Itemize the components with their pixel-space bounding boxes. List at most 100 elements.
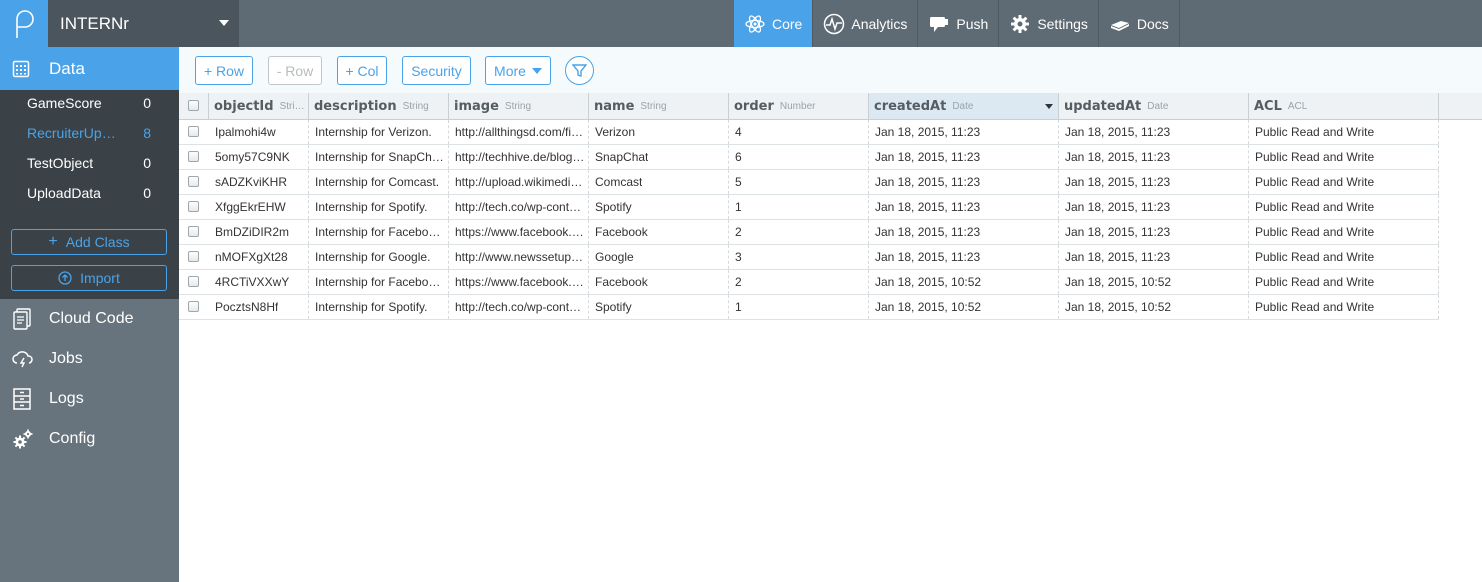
cell-acl[interactable]: Public Read and Write	[1249, 120, 1439, 144]
class-item-gamescore[interactable]: GameScore 0	[0, 88, 179, 118]
cell-description[interactable]: Internship for Comcast.	[309, 170, 449, 194]
cell-updatedat[interactable]: Jan 18, 2015, 11:23	[1059, 145, 1249, 169]
column-header-order[interactable]: order Number	[729, 93, 869, 119]
sidebar-item-data[interactable]: Data	[0, 47, 179, 90]
table-row[interactable]: sADZKviKHR Internship for Comcast. http://…	[179, 170, 1439, 195]
row-checkbox[interactable]	[188, 276, 199, 287]
column-header-description[interactable]: description String	[309, 93, 449, 119]
tab-analytics[interactable]: Analytics	[813, 0, 919, 47]
tab-core[interactable]: Core	[734, 0, 814, 47]
cell-description[interactable]: Internship for SnapCh…	[309, 145, 449, 169]
cell-createdat[interactable]: Jan 18, 2015, 11:23	[869, 120, 1059, 144]
row-checkbox[interactable]	[188, 151, 199, 162]
class-item-testobject[interactable]: TestObject 0	[0, 148, 179, 178]
parse-logo[interactable]	[0, 0, 48, 47]
cell-description[interactable]: Internship for Facebo…	[309, 270, 449, 294]
table-row[interactable]: PocztsN8Hf Internship for Spotify. http://…	[179, 295, 1439, 320]
cell-order[interactable]: 3	[729, 245, 869, 269]
cell-name[interactable]: SnapChat	[589, 145, 729, 169]
row-checkbox[interactable]	[188, 201, 199, 212]
table-row[interactable]: BmDZiDIR2m Internship for Facebo… https://…	[179, 220, 1439, 245]
cell-image[interactable]: http://tech.co/wp-cont…	[449, 195, 589, 219]
cell-acl[interactable]: Public Read and Write	[1249, 220, 1439, 244]
add-col-button[interactable]: + Col	[337, 56, 387, 85]
cell-updatedat[interactable]: Jan 18, 2015, 11:23	[1059, 220, 1249, 244]
select-all-checkbox[interactable]	[188, 100, 199, 111]
security-button[interactable]: Security	[402, 56, 471, 85]
cell-createdat[interactable]: Jan 18, 2015, 11:23	[869, 170, 1059, 194]
cell-createdat[interactable]: Jan 18, 2015, 10:52	[869, 270, 1059, 294]
cell-description[interactable]: Internship for Spotify.	[309, 195, 449, 219]
more-button[interactable]: More	[485, 56, 551, 85]
cell-updatedat[interactable]: Jan 18, 2015, 10:52	[1059, 295, 1249, 319]
cell-objectid[interactable]: nMOFXgXt28	[209, 245, 309, 269]
sidebar-item-jobs[interactable]: Jobs	[0, 339, 179, 379]
row-checkbox[interactable]	[188, 226, 199, 237]
column-header-createdat[interactable]: createdAt Date	[869, 93, 1059, 119]
tab-docs[interactable]: Docs	[1099, 0, 1180, 47]
cell-order[interactable]: 2	[729, 270, 869, 294]
cell-acl[interactable]: Public Read and Write	[1249, 245, 1439, 269]
cell-createdat[interactable]: Jan 18, 2015, 10:52	[869, 295, 1059, 319]
cell-description[interactable]: Internship for Verizon.	[309, 120, 449, 144]
filter-button[interactable]	[565, 56, 594, 85]
cell-image[interactable]: http://upload.wikimedi…	[449, 170, 589, 194]
cell-createdat[interactable]: Jan 18, 2015, 11:23	[869, 220, 1059, 244]
row-checkbox[interactable]	[188, 126, 199, 137]
cell-updatedat[interactable]: Jan 18, 2015, 11:23	[1059, 170, 1249, 194]
table-row[interactable]: 4RCTiVXXwY Internship for Facebo… https://…	[179, 270, 1439, 295]
sidebar-item-config[interactable]: Config	[0, 419, 179, 459]
column-header-updatedat[interactable]: updatedAt Date	[1059, 93, 1249, 119]
cell-order[interactable]: 2	[729, 220, 869, 244]
class-item-uploaddata[interactable]: UploadData 0	[0, 178, 179, 208]
class-item-recruiterupload[interactable]: RecruiterUp… 8	[0, 118, 179, 148]
cell-objectid[interactable]: PocztsN8Hf	[209, 295, 309, 319]
cell-order[interactable]: 4	[729, 120, 869, 144]
cell-name[interactable]: Spotify	[589, 195, 729, 219]
cell-objectid[interactable]: XfggEkrEHW	[209, 195, 309, 219]
cell-description[interactable]: Internship for Facebo…	[309, 220, 449, 244]
cell-name[interactable]: Facebook	[589, 220, 729, 244]
cell-acl[interactable]: Public Read and Write	[1249, 295, 1439, 319]
column-header-name[interactable]: name String	[589, 93, 729, 119]
cell-createdat[interactable]: Jan 18, 2015, 11:23	[869, 245, 1059, 269]
add-row-button[interactable]: + Row	[195, 56, 253, 85]
cell-description[interactable]: Internship for Google.	[309, 245, 449, 269]
cell-image[interactable]: https://www.facebook.…	[449, 270, 589, 294]
tab-push[interactable]: Push	[918, 0, 1000, 47]
cell-order[interactable]: 1	[729, 295, 869, 319]
cell-image[interactable]: http://techhive.de/blog…	[449, 145, 589, 169]
cell-acl[interactable]: Public Read and Write	[1249, 145, 1439, 169]
cell-image[interactable]: http://www.newssetup…	[449, 245, 589, 269]
cell-order[interactable]: 5	[729, 170, 869, 194]
cell-acl[interactable]: Public Read and Write	[1249, 195, 1439, 219]
row-checkbox[interactable]	[188, 176, 199, 187]
sidebar-item-cloud-code[interactable]: Cloud Code	[0, 299, 179, 339]
column-header-acl[interactable]: ACL ACL	[1249, 93, 1439, 119]
app-selector[interactable]: INTERNr	[48, 0, 239, 47]
cell-name[interactable]: Google	[589, 245, 729, 269]
cell-acl[interactable]: Public Read and Write	[1249, 270, 1439, 294]
column-header-objectid[interactable]: objectId Stri…	[209, 93, 309, 119]
cell-createdat[interactable]: Jan 18, 2015, 11:23	[869, 145, 1059, 169]
cell-order[interactable]: 6	[729, 145, 869, 169]
table-row[interactable]: 5omy57C9NK Internship for SnapCh… http://t…	[179, 145, 1439, 170]
tab-settings[interactable]: Settings	[999, 0, 1099, 47]
cell-updatedat[interactable]: Jan 18, 2015, 10:52	[1059, 270, 1249, 294]
cell-objectid[interactable]: Ipalmohi4w	[209, 120, 309, 144]
table-row[interactable]: Ipalmohi4w Internship for Verizon. http://…	[179, 120, 1439, 145]
sidebar-item-logs[interactable]: Logs	[0, 379, 179, 419]
table-row[interactable]: nMOFXgXt28 Internship for Google. http://w…	[179, 245, 1439, 270]
cell-updatedat[interactable]: Jan 18, 2015, 11:23	[1059, 195, 1249, 219]
remove-row-button[interactable]: - Row	[268, 56, 322, 85]
column-header-image[interactable]: image String	[449, 93, 589, 119]
cell-description[interactable]: Internship for Spotify.	[309, 295, 449, 319]
row-checkbox[interactable]	[188, 251, 199, 262]
cell-image[interactable]: https://www.facebook.…	[449, 220, 589, 244]
import-button[interactable]: Import	[11, 265, 167, 291]
cell-updatedat[interactable]: Jan 18, 2015, 11:23	[1059, 245, 1249, 269]
cell-objectid[interactable]: BmDZiDIR2m	[209, 220, 309, 244]
cell-updatedat[interactable]: Jan 18, 2015, 11:23	[1059, 120, 1249, 144]
add-class-button[interactable]: + Add Class	[11, 229, 167, 255]
cell-image[interactable]: http://allthingsd.com/fi…	[449, 120, 589, 144]
